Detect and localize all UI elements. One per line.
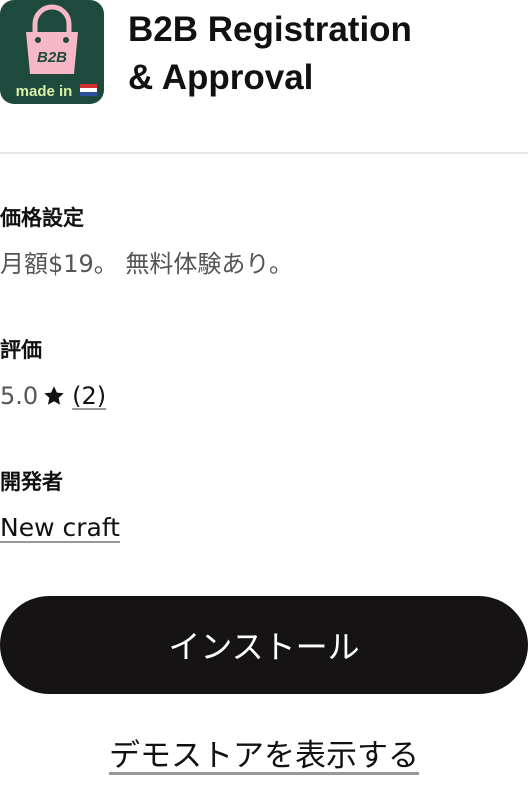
badge-text: made in <box>16 83 73 100</box>
reviews-count-link[interactable]: (2) <box>72 382 106 410</box>
app-title-line2: & Approval <box>128 58 314 97</box>
rating-score: 5.0 <box>0 382 39 410</box>
app-title-line1: B2B Registration <box>128 10 412 49</box>
developer-link[interactable]: New craft <box>0 512 120 544</box>
bag-text: B2B <box>37 49 67 66</box>
view-demo-store-link[interactable]: デモストアを表示する <box>109 738 419 774</box>
header-divider <box>0 152 528 154</box>
pricing-value: 月額$19。 無料体験あり。 <box>0 250 293 278</box>
app-title: B2B Registration & Approval <box>128 6 412 102</box>
pricing-label: 価格設定 <box>0 206 84 230</box>
rating-row: 5.0 (2) <box>0 380 106 412</box>
install-button[interactable]: インストール <box>0 596 528 694</box>
install-button-label: インストール <box>168 628 360 666</box>
netherlands-flag-icon <box>80 84 97 96</box>
developer-label: 開発者 <box>0 470 63 494</box>
star-icon <box>42 384 66 408</box>
shopping-bag-icon: B2B made in <box>16 4 97 100</box>
app-icon[interactable]: B2B made in <box>0 0 104 104</box>
rating-label: 評価 <box>0 338 42 362</box>
demo-store-container: デモストアを表示する <box>0 736 528 776</box>
app-listing-card: B2B made in B2B Registration & Approval … <box>0 0 528 806</box>
